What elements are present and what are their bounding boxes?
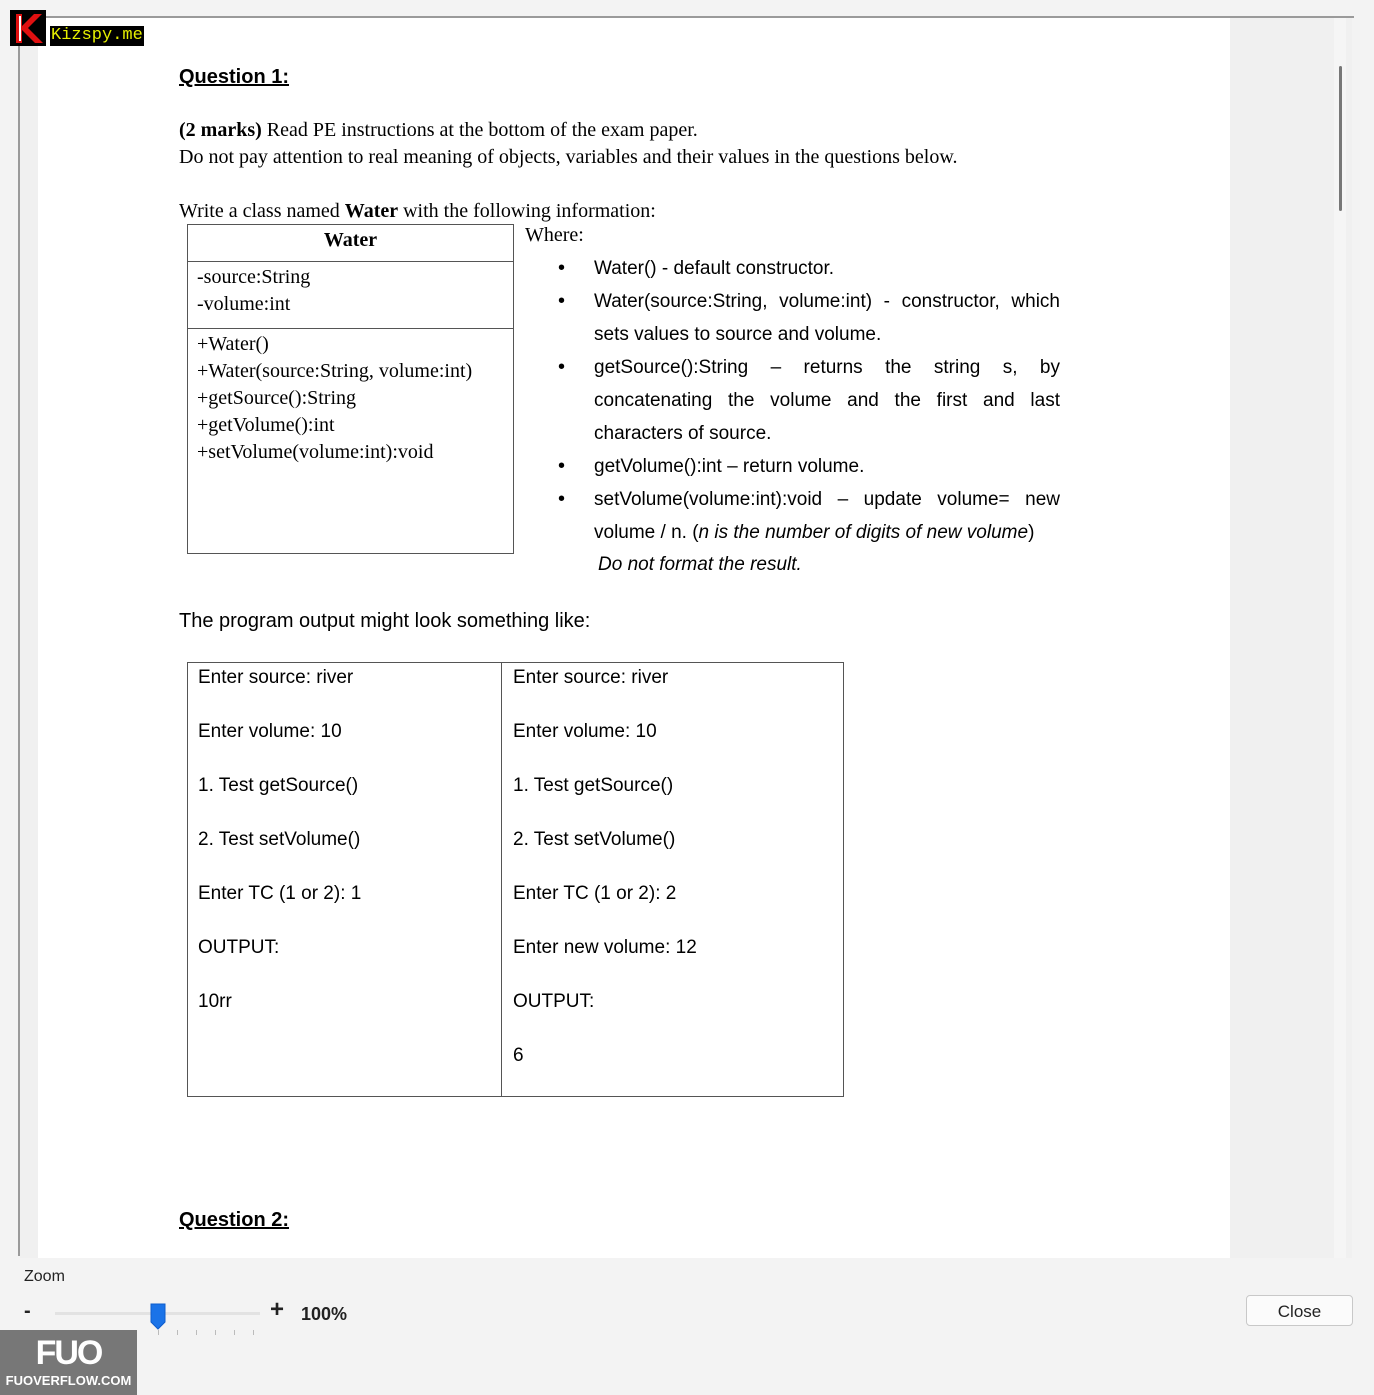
kizspy-logo-icon: [10, 10, 46, 46]
output-line: OUTPUT:: [513, 991, 595, 1012]
zoom-out-button[interactable]: -: [24, 1300, 31, 1323]
question-1-title: Question 1:: [179, 66, 290, 88]
list-item: setVolume(volume:int):void – update volu…: [558, 483, 1060, 549]
marks-label: (2 marks): [179, 119, 262, 141]
uml-method: +getSource():String: [197, 387, 357, 409]
uml-attribute: -source:String: [197, 266, 311, 288]
zoom-percentage: 100%: [301, 1304, 348, 1324]
document-viewer[interactable]: Question 1: (2 marks) Read PE instructio…: [20, 18, 1352, 1258]
scrollbar-thumb[interactable]: [1339, 66, 1342, 211]
close-button[interactable]: Close: [1246, 1295, 1353, 1326]
zoom-slider-thumb[interactable]: [149, 1302, 167, 1330]
fuo-logo-text: FUOVERFLOW.COM: [5, 1373, 132, 1388]
kizspy-badge: Kizspy.me: [50, 26, 144, 46]
uml-method: +getVolume():int: [197, 414, 335, 436]
output-line: Enter source: river: [513, 667, 669, 688]
list-item: getVolume():int – return volume.: [558, 450, 1060, 483]
output-line: Enter TC (1 or 2): 2: [513, 883, 677, 904]
uml-method: +Water(): [197, 333, 269, 355]
document-page: Question 1: (2 marks) Read PE instructio…: [38, 18, 1230, 1258]
intro-line-1-text: Read PE instructions at the bottom of th…: [261, 119, 698, 141]
intro-line-1: (2 marks) Read PE instructions at the bo…: [179, 117, 698, 144]
uml-method: +setVolume(volume:int):void: [197, 441, 434, 463]
uml-attributes: -source:String -volume:int: [188, 262, 513, 329]
output-line: 6: [513, 1045, 524, 1066]
uml-class-diagram: Water -source:String -volume:int +Water(…: [187, 224, 514, 554]
uml-method: +Water(source:String, volume:int): [197, 360, 473, 382]
list-item: Water() - default constructor.: [558, 252, 1060, 285]
bullet-5-end: ): [1028, 522, 1035, 543]
format-note: Do not format the result.: [598, 554, 802, 575]
intro-line-2: Do not pay attention to real meaning of …: [179, 146, 958, 168]
write-suffix: with the following information:: [398, 200, 656, 222]
question-2-title: Question 2:: [179, 1209, 290, 1231]
output-column-left: Enter source: river Enter volume: 10 1. …: [188, 663, 502, 1096]
method-description-list: Water() - default constructor. Water(sou…: [558, 252, 1060, 549]
list-item: getSource():String – returns the string …: [558, 351, 1060, 450]
write-prefix: Write a class named: [179, 200, 345, 222]
output-line: Enter volume: 10: [513, 721, 657, 742]
zoom-in-button[interactable]: +: [270, 1296, 284, 1324]
output-line: 1. Test getSource(): [513, 775, 674, 796]
fuo-logo-mark: FUO: [35, 1334, 104, 1372]
output-line: 2. Test setVolume(): [198, 829, 361, 850]
output-example-table: Enter source: river Enter volume: 10 1. …: [187, 662, 844, 1097]
output-line: 10rr: [198, 991, 232, 1012]
output-line: Enter source: river: [198, 667, 354, 688]
list-item: Water(source:String, volume:int) - const…: [558, 285, 1060, 351]
output-line: Enter new volume: 12: [513, 937, 697, 958]
output-line: 2. Test setVolume(): [513, 829, 676, 850]
output-line: 1. Test getSource(): [198, 775, 359, 796]
uml-class-name: Water: [188, 225, 513, 262]
write-class-line: Write a class named Water with the follo…: [179, 198, 656, 225]
bullet-5-italic: n is the number of digits of new volume: [698, 522, 1029, 543]
zoom-controls-bar: Zoom - + 100% Close: [0, 1258, 1374, 1395]
fuoverflow-logo: FUO FUOVERFLOW.COM: [0, 1330, 137, 1395]
uml-attribute: -volume:int: [197, 293, 291, 315]
output-line: OUTPUT:: [198, 937, 280, 958]
where-label: Where:: [525, 224, 584, 246]
output-column-right: Enter source: river Enter volume: 10 1. …: [503, 663, 843, 1096]
uml-methods: +Water() +Water(source:String, volume:in…: [188, 329, 513, 466]
write-class-name: Water: [344, 200, 399, 222]
output-intro: The program output might look something …: [179, 610, 591, 632]
zoom-label: Zoom: [24, 1268, 65, 1285]
output-line: Enter volume: 10: [198, 721, 342, 742]
output-line: Enter TC (1 or 2): 1: [198, 883, 362, 904]
